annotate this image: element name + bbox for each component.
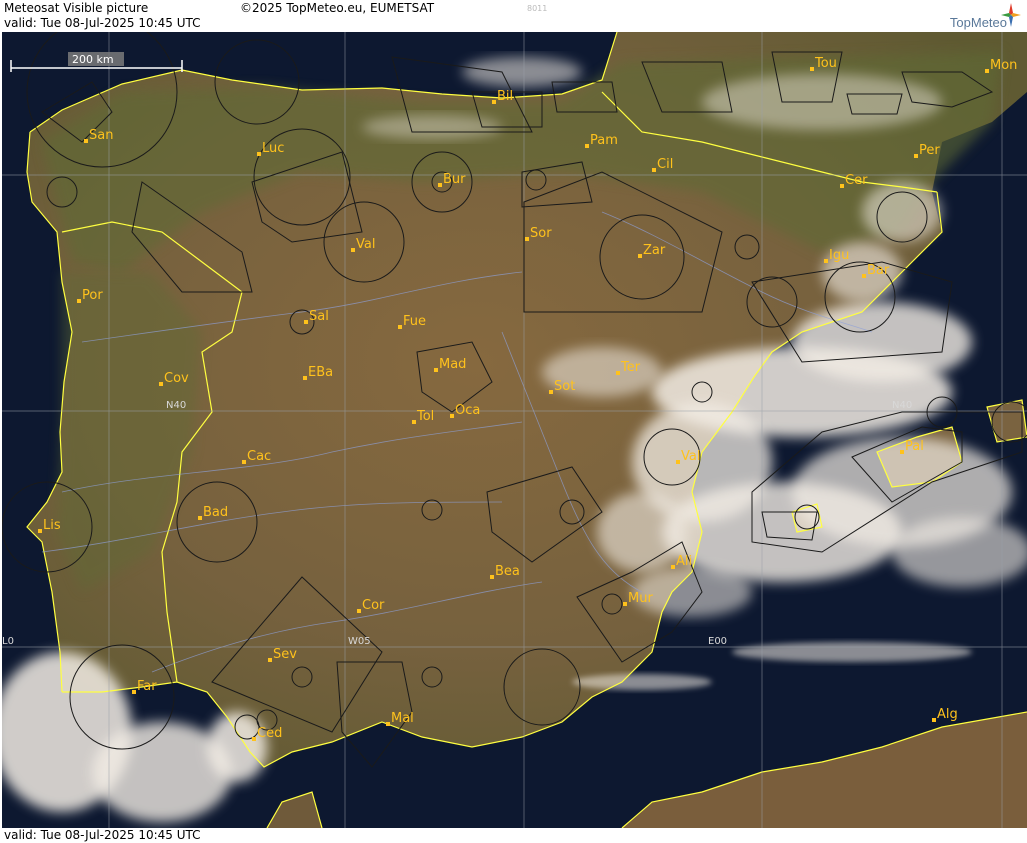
city-label: Cor (362, 598, 385, 613)
city-marker (252, 737, 256, 741)
city-label: Far (137, 679, 157, 694)
scale-label: 200 km (72, 53, 114, 66)
image-code: 8011 (527, 4, 548, 13)
city-marker (492, 100, 496, 104)
city-marker (862, 274, 866, 278)
city-label: Sot (554, 379, 575, 394)
city-label: Lis (43, 518, 61, 533)
city-marker (303, 376, 307, 380)
city-marker (638, 254, 642, 258)
city-marker (438, 183, 442, 187)
city-marker (623, 602, 627, 606)
city-marker (77, 299, 81, 303)
city-marker (985, 69, 989, 73)
city-marker (38, 529, 42, 533)
city-marker (549, 390, 553, 394)
city-label: Pal (905, 439, 924, 454)
footer-valid-time: valid: Tue 08-Jul-2025 10:45 UTC (4, 828, 201, 842)
city-marker (616, 371, 620, 375)
lon-label-w05: W05 (348, 636, 371, 647)
city-label: Sev (273, 647, 297, 662)
city-label: Igu (829, 248, 849, 263)
valid-time: valid: Tue 08-Jul-2025 10:45 UTC (4, 16, 201, 30)
city-marker (490, 575, 494, 579)
city-marker (198, 516, 202, 520)
city-marker (652, 168, 656, 172)
copyright-text: ©2025 TopMeteo.eu, EUMETSAT (240, 1, 435, 15)
city-marker (671, 565, 675, 569)
lon-label-e00: E00 (708, 636, 727, 647)
city-label: Tou (814, 56, 837, 71)
city-label: Mur (628, 591, 653, 606)
city-label: Ter (620, 360, 641, 375)
city-marker (434, 368, 438, 372)
city-marker (351, 248, 355, 252)
city-label: Pam (590, 133, 618, 148)
city-marker (932, 718, 936, 722)
city-label: Cer (845, 173, 868, 188)
city-label: Cil (657, 157, 673, 172)
city-label: Bar (867, 263, 890, 278)
city-label: Zar (643, 243, 666, 258)
city-marker (159, 382, 163, 386)
city-label: Sal (309, 309, 329, 324)
header-bar: Meteosat Visible picture ©2025 TopMeteo.… (0, 0, 1027, 32)
city-label: Por (82, 288, 103, 303)
city-marker (386, 722, 390, 726)
city-marker (676, 460, 680, 464)
city-marker (840, 184, 844, 188)
city-marker (914, 154, 918, 158)
city-label: Bea (495, 564, 520, 579)
city-label: Luc (262, 141, 284, 156)
city-marker (268, 658, 272, 662)
city-label: Sor (530, 226, 552, 241)
image-title: Meteosat Visible picture (4, 1, 149, 15)
topmeteo-logo[interactable]: TopMeteo (925, 3, 1021, 30)
lon-label-far: L0 (2, 636, 14, 647)
city-label: Cac (247, 449, 271, 464)
city-marker (304, 320, 308, 324)
map-canvas: 200 km N40 N40 W05 E00 L0 San Luc Bil Pam To… (2, 32, 1027, 828)
city-label: Alg (937, 707, 958, 722)
city-label: Cov (164, 371, 189, 386)
city-label: Tol (416, 409, 434, 424)
city-marker (257, 152, 261, 156)
city-marker (585, 144, 589, 148)
lat-label-n40: N40 (166, 400, 186, 411)
city-label: Mad (439, 357, 466, 372)
city-marker (525, 237, 529, 241)
city-marker (450, 414, 454, 418)
city-label: Oca (455, 403, 480, 418)
city-marker (824, 259, 828, 263)
city-marker (412, 420, 416, 424)
city-marker (810, 67, 814, 71)
city-marker (84, 139, 88, 143)
satellite-map[interactable]: 200 km N40 N40 W05 E00 L0 San Luc Bil Pam To… (2, 32, 1027, 828)
city-label: Val (356, 237, 375, 252)
city-label: Val (681, 449, 700, 464)
city-label: Per (919, 143, 940, 158)
lat-label-n40-east: N40 (892, 400, 912, 411)
city-label: EBa (308, 365, 333, 380)
city-label: Mal (391, 711, 414, 726)
city-label: Mon (990, 58, 1017, 73)
city-label: San (89, 128, 113, 143)
city-label: Ced (257, 726, 282, 741)
city-marker (357, 609, 361, 613)
city-marker (900, 450, 904, 454)
city-label: Bil (497, 89, 513, 104)
footer-bar: valid: Tue 08-Jul-2025 10:45 UTC (0, 828, 1027, 843)
city-label: Bur (443, 172, 466, 187)
city-marker (398, 325, 402, 329)
city-marker (242, 460, 246, 464)
city-label: Fue (403, 314, 426, 329)
city-marker (132, 690, 136, 694)
logo-text: TopMeteo (949, 15, 1007, 30)
city-label: Ali (676, 554, 692, 569)
city-label: Bad (203, 505, 228, 520)
